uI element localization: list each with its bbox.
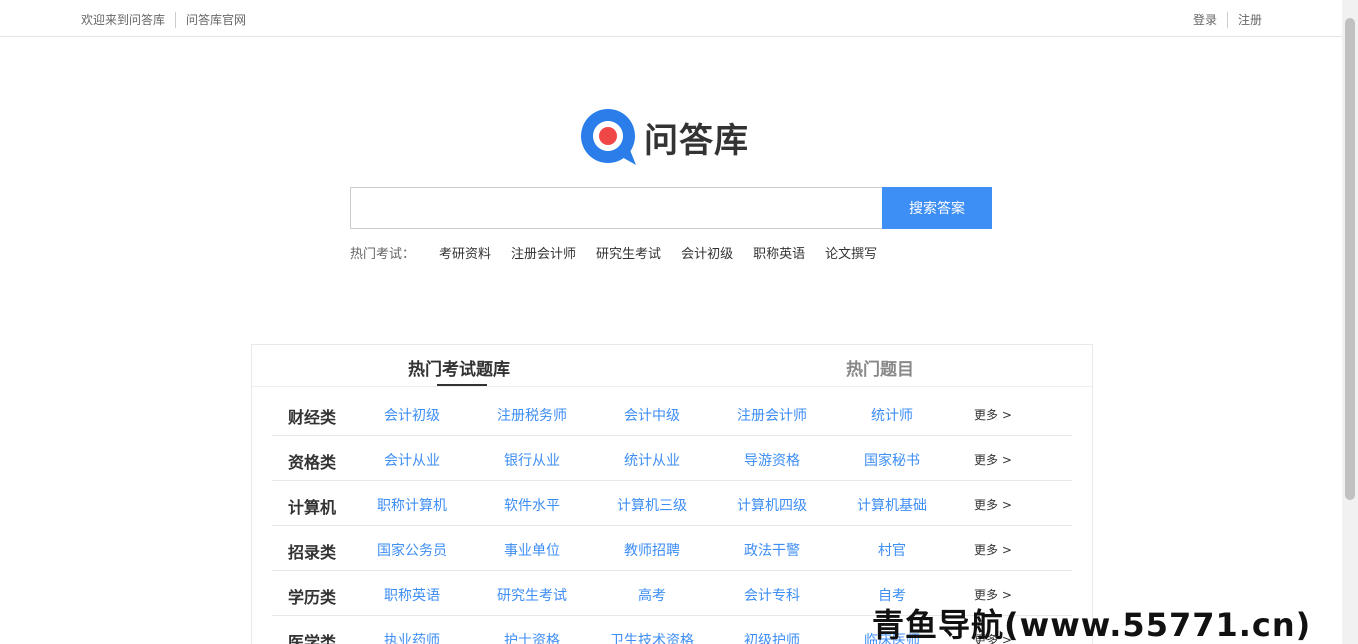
exam-link[interactable]: 执业药师 bbox=[352, 630, 472, 644]
hot-exam-link[interactable]: 注册会计师 bbox=[511, 243, 576, 262]
more-link[interactable]: 更多 > bbox=[974, 496, 1012, 513]
category-row: 资格类 会计从业 银行从业 统计从业 导游资格 国家秘书 更多 > bbox=[272, 436, 1072, 481]
exam-link[interactable]: 软件水平 bbox=[472, 495, 592, 515]
category-row: 财经类 会计初级 注册税务师 会计中级 注册会计师 统计师 更多 > bbox=[272, 391, 1072, 436]
hot-exam-link[interactable]: 考研资料 bbox=[439, 243, 491, 262]
exam-link[interactable]: 计算机基础 bbox=[832, 495, 952, 515]
active-tab-indicator bbox=[437, 384, 487, 386]
exam-link[interactable]: 研究生考试 bbox=[472, 585, 592, 605]
tab-hot-exam-bank[interactable]: 热门考试题库 bbox=[408, 355, 510, 380]
site-logo[interactable]: 问答库 bbox=[580, 108, 749, 166]
logo-text: 问答库 bbox=[644, 120, 749, 161]
category-name: 资格类 bbox=[288, 453, 337, 472]
category-row: 招录类 国家公务员 事业单位 教师招聘 政法干警 村官 更多 > bbox=[272, 526, 1072, 571]
exam-link[interactable]: 政法干警 bbox=[712, 540, 832, 560]
welcome-text: 欢迎来到问答库 bbox=[81, 13, 166, 27]
exam-link[interactable]: 导游资格 bbox=[712, 450, 832, 470]
exam-link[interactable]: 会计从业 bbox=[352, 450, 472, 470]
exam-link[interactable]: 高考 bbox=[592, 585, 712, 605]
category-name: 学历类 bbox=[288, 588, 337, 607]
login-link[interactable]: 登录 bbox=[1193, 11, 1217, 28]
category-name: 招录类 bbox=[288, 543, 337, 562]
exam-link[interactable]: 事业单位 bbox=[472, 540, 592, 560]
category-name: 财经类 bbox=[288, 408, 337, 427]
exam-link[interactable]: 国家公务员 bbox=[352, 540, 472, 560]
hot-exam-link[interactable]: 职称英语 bbox=[753, 243, 805, 262]
divider bbox=[175, 11, 177, 28]
hot-exam-link[interactable]: 论文撰写 bbox=[825, 243, 877, 262]
logo-q-icon bbox=[581, 109, 636, 165]
scrollbar-thumb[interactable] bbox=[1345, 18, 1355, 500]
tab-hot-questions[interactable]: 热门题目 bbox=[846, 355, 914, 380]
exam-link[interactable]: 护士资格 bbox=[472, 630, 592, 644]
exam-link[interactable]: 会计专科 bbox=[712, 585, 832, 605]
exam-link[interactable]: 村官 bbox=[832, 540, 952, 560]
hot-exams-label: 热门考试： bbox=[350, 247, 416, 262]
exam-bank-panel: 热门考试题库 热门题目 财经类 会计初级 注册税务师 会计中级 注册会计师 统计师 更多 >… bbox=[251, 344, 1093, 644]
exam-link[interactable]: 注册税务师 bbox=[472, 405, 592, 425]
top-bar-left: 欢迎来到问答库 问答库官网 bbox=[81, 11, 246, 28]
exam-link[interactable]: 统计师 bbox=[832, 405, 952, 425]
top-bar: 欢迎来到问答库 问答库官网 登录 注册 bbox=[0, 0, 1342, 37]
panel-tabs: 热门考试题库 热门题目 bbox=[252, 345, 1092, 387]
more-link[interactable]: 更多 > bbox=[974, 406, 1012, 423]
scrollbar[interactable] bbox=[1342, 0, 1358, 644]
hot-exam-link[interactable]: 研究生考试 bbox=[596, 243, 661, 262]
exam-link[interactable]: 卫生技术资格 bbox=[592, 630, 712, 644]
search-bar: 搜索答案 bbox=[350, 187, 992, 229]
category-name: 医学类 bbox=[288, 633, 337, 644]
hot-exams: 热门考试： 考研资料 注册会计师 研究生考试 会计初级 职称英语 论文撰写 bbox=[350, 243, 897, 262]
exam-link[interactable]: 职称英语 bbox=[352, 585, 472, 605]
divider bbox=[1226, 11, 1228, 28]
category-row: 计算机 职称计算机 软件水平 计算机三级 计算机四级 计算机基础 更多 > bbox=[272, 481, 1072, 526]
official-site-link[interactable]: 问答库官网 bbox=[186, 11, 246, 28]
exam-link[interactable]: 职称计算机 bbox=[352, 495, 472, 515]
exam-link[interactable]: 会计初级 bbox=[352, 405, 472, 425]
hot-exam-link[interactable]: 会计初级 bbox=[681, 243, 733, 262]
exam-link[interactable]: 银行从业 bbox=[472, 450, 592, 470]
search-button[interactable]: 搜索答案 bbox=[882, 187, 992, 229]
search-input[interactable] bbox=[350, 187, 882, 229]
register-link[interactable]: 注册 bbox=[1238, 11, 1262, 28]
exam-link[interactable]: 教师招聘 bbox=[592, 540, 712, 560]
more-link[interactable]: 更多 > bbox=[974, 541, 1012, 558]
exam-link[interactable]: 注册会计师 bbox=[712, 405, 832, 425]
exam-link[interactable]: 计算机三级 bbox=[592, 495, 712, 515]
more-link[interactable]: 更多 > bbox=[974, 451, 1012, 468]
category-name: 计算机 bbox=[288, 498, 337, 517]
watermark-text: 青鱼导航(www.55771.cn) bbox=[872, 606, 1312, 644]
exam-link[interactable]: 计算机四级 bbox=[712, 495, 832, 515]
exam-link[interactable]: 初级护师 bbox=[712, 630, 832, 644]
exam-link[interactable]: 会计中级 bbox=[592, 405, 712, 425]
top-bar-right: 登录 注册 bbox=[1193, 11, 1262, 28]
exam-link[interactable]: 国家秘书 bbox=[832, 450, 952, 470]
exam-link[interactable]: 统计从业 bbox=[592, 450, 712, 470]
